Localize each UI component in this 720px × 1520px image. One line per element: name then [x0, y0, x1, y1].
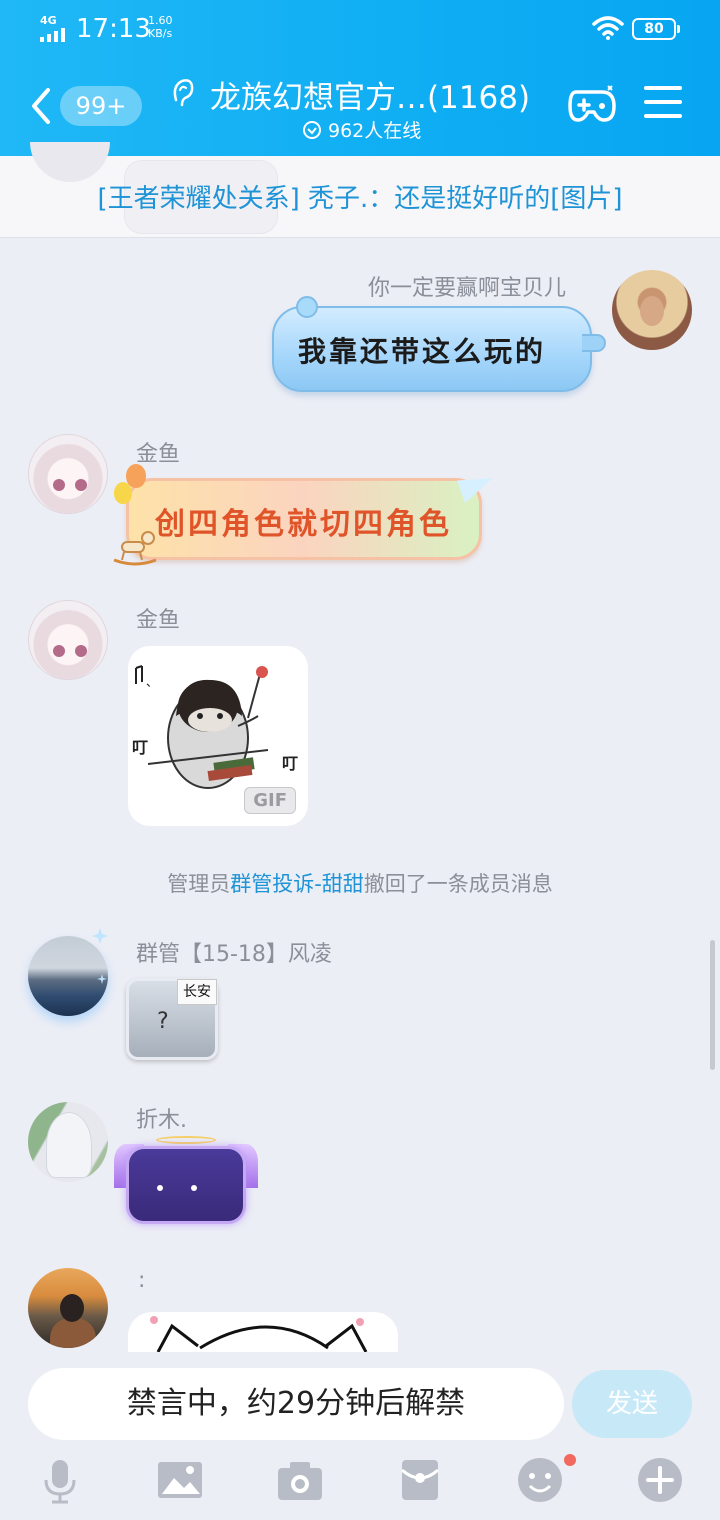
sender-name: 你一定要赢啊宝贝儿: [368, 276, 567, 301]
bubble-tail: [582, 334, 606, 352]
back-arrow-icon[interactable]: [28, 86, 58, 126]
sender-name: 金鱼: [136, 608, 181, 633]
network-type: 4G: [40, 14, 57, 27]
svg-text:、: 、: [146, 675, 158, 689]
gif-badge: GIF: [244, 787, 296, 814]
sender-name: 群管【15-18】风凌: [136, 942, 332, 967]
message-text: 我靠还带这么玩的: [298, 335, 547, 368]
message-text: 创四角色就切四角色: [155, 507, 452, 542]
bubble-decoration: [296, 296, 318, 318]
pinned-message-bar[interactable]: [王者荣耀处关系] 秃子.：还是挺好听的[图片]: [0, 142, 720, 238]
group-title[interactable]: 龙族幻想官方…(1168): [210, 72, 530, 117]
purple-sticker[interactable]: [126, 1146, 246, 1224]
avatar[interactable]: [28, 600, 108, 680]
unread-badge[interactable]: 99+: [60, 86, 142, 126]
recall-notice: 管理员群管投诉-甜甜撤回了一条成员消息: [167, 872, 553, 896]
notification-dot: [564, 1454, 576, 1466]
chat-header: 4G 17:13 1.60 KB/s 80 99+ 龙族幻想官方…(1168) …: [0, 0, 720, 156]
balloon-decoration: [114, 482, 132, 504]
question-sticker[interactable]: 长安 ?: [126, 978, 218, 1060]
gamepad-icon[interactable]: [566, 82, 618, 126]
signal-icon: 4G: [40, 14, 70, 42]
status-bar: 4G 17:13 1.60 KB/s 80: [0, 10, 720, 50]
halo-decoration: [156, 1136, 216, 1144]
penguin-sticker[interactable]: 、 叮 叮 GIF: [128, 646, 308, 826]
check-circle-icon: [303, 120, 321, 139]
plus-icon[interactable]: [636, 1456, 684, 1504]
network-speed: 1.60 KB/s: [148, 14, 173, 40]
sender-name: 金鱼: [136, 442, 181, 467]
wifi-icon: [592, 16, 624, 40]
sender-name: :: [138, 1268, 146, 1293]
avatar[interactable]: [28, 434, 108, 514]
avatar[interactable]: [28, 1268, 108, 1348]
emoji-icon[interactable]: [516, 1456, 564, 1504]
pinned-message-text[interactable]: [王者荣耀处关系] 秃子.：还是挺好听的[图片]: [0, 178, 720, 215]
status-time: 17:13: [76, 14, 151, 44]
avatar[interactable]: [612, 270, 692, 350]
sender-name: 折木.: [136, 1108, 187, 1133]
faded-avatar: [30, 142, 110, 182]
sticker-symbol: ?: [157, 1009, 169, 1034]
message-bubble[interactable]: 我靠还带这么玩的: [272, 296, 606, 392]
input-area: 禁言中，约29分钟后解禁 发送: [0, 1352, 720, 1520]
camera-icon[interactable]: [276, 1456, 324, 1504]
sticker-word: 叮: [132, 738, 149, 757]
sticker-word: 叮: [282, 754, 299, 773]
message-bubble[interactable]: 创四角色就切四角色: [126, 478, 482, 560]
rocking-horse-icon: [113, 531, 157, 566]
message-input[interactable]: 禁言中，约29分钟后解禁: [28, 1368, 564, 1440]
image-icon[interactable]: [156, 1456, 204, 1504]
avatar[interactable]: [28, 1102, 108, 1182]
send-button[interactable]: 发送: [572, 1370, 692, 1438]
sparkle-decoration: [92, 928, 108, 984]
red-packet-icon[interactable]: [396, 1456, 444, 1504]
scrollbar[interactable]: [710, 940, 715, 1070]
menu-icon[interactable]: [644, 86, 682, 120]
admin-link[interactable]: 群管投诉-甜甜: [230, 872, 364, 896]
paper-plane-decoration: [456, 468, 498, 504]
online-count: 962人在线: [302, 116, 421, 143]
ear-mode-icon[interactable]: [168, 76, 198, 110]
sticker-tag: 长安: [177, 979, 217, 1005]
battery-indicator: 80: [632, 18, 680, 40]
microphone-icon[interactable]: [36, 1456, 84, 1504]
